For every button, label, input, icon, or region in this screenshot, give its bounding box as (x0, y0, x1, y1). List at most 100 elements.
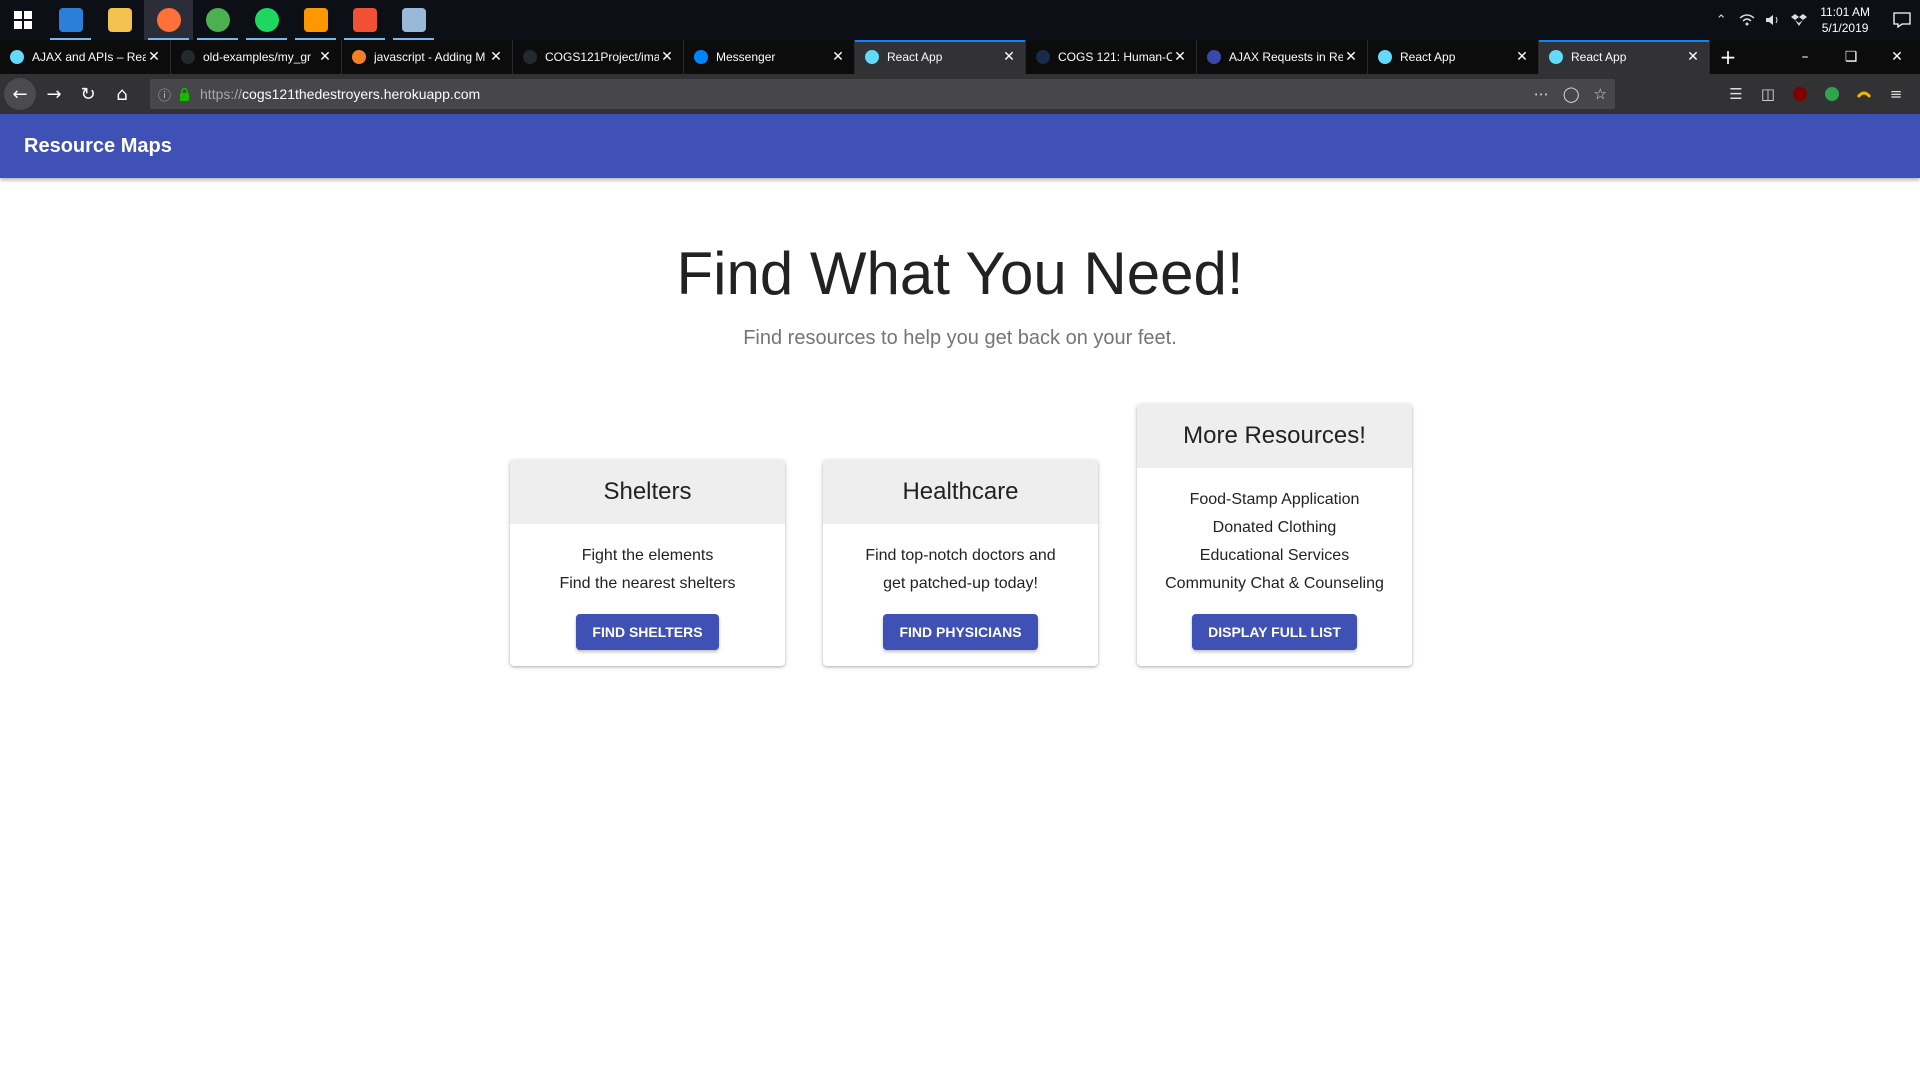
clock-date: 5/1/2019 (1821, 21, 1869, 35)
system-clock[interactable]: 11:01 AM 5/1/2019 (1820, 4, 1870, 36)
card-line: Find top-notch doctors and (865, 547, 1056, 564)
tab-title: React App (1400, 50, 1456, 64)
reload-button[interactable]: ↻ (72, 78, 104, 110)
card-line: Find the nearest shelters (559, 575, 736, 592)
card-line: get patched-up today! (883, 575, 1038, 592)
tab-close-icon[interactable]: ✕ (1001, 49, 1017, 65)
browser-tab[interactable]: AJAX and APIs – React ✕ (0, 40, 171, 74)
url-host: cogs121thedestroyers.herokuapp.com (242, 86, 481, 102)
find-physicians-button[interactable]: Find Physicians (883, 614, 1038, 650)
bookmark-star-icon[interactable]: ☆ (1594, 85, 1607, 103)
browser-tab[interactable]: COGS121Project/ima ✕ (513, 40, 684, 74)
tab-title: Messenger (716, 50, 776, 64)
tab-close-icon[interactable]: ✕ (146, 49, 162, 65)
card-heading: Healthcare (823, 460, 1098, 524)
browser-tab-strip: AJAX and APIs – React ✕ old-examples/my_gr… (0, 40, 1920, 74)
close-window-button[interactable]: ✕ (1874, 40, 1920, 74)
taskbar-git[interactable] (340, 0, 389, 40)
ublock-icon[interactable] (1784, 87, 1816, 101)
tab-favicon-icon (523, 50, 537, 64)
home-button[interactable]: ⌂ (106, 78, 138, 110)
windows-taskbar: ⌃ 11:01 AM 5/1/2019 (0, 0, 1920, 40)
taskbar-chrome[interactable] (193, 0, 242, 40)
dropbox-icon[interactable] (1788, 9, 1810, 31)
card-line: Community Chat & Counseling (1165, 575, 1384, 592)
tab-title: AJAX and APIs – React (32, 50, 146, 64)
tab-title: React App (887, 50, 943, 64)
windows-logo-icon (14, 11, 32, 29)
taskbar-vscode[interactable] (46, 0, 95, 40)
paint-app-icon (401, 8, 426, 32)
url-bar[interactable]: ⓘ https://cogs121thedestroyers.herokuapp… (150, 79, 1615, 109)
sidebar-icon[interactable]: ◫ (1752, 85, 1784, 103)
tab-favicon-icon (352, 50, 366, 64)
file-explorer-icon (107, 8, 132, 32)
git-icon (352, 8, 377, 32)
chevron-up-icon[interactable]: ⌃ (1710, 9, 1732, 31)
healthcare-card: Healthcare Find top-notch doctors and ge… (823, 460, 1098, 666)
tab-favicon-icon (1549, 50, 1563, 64)
browser-tab[interactable]: old-examples/my_gr ✕ (171, 40, 342, 74)
volume-icon[interactable] (1762, 9, 1784, 31)
card-line: Fight the elements (581, 547, 714, 564)
taskbar-spotify[interactable] (242, 0, 291, 40)
browser-tab[interactable]: React App ✕ (1539, 40, 1710, 74)
extension-green-icon[interactable] (1816, 87, 1848, 101)
sublime-text-icon (303, 8, 328, 32)
browser-tab[interactable]: COGS 121: Human-Com✕ (1026, 40, 1197, 74)
site-info-icon[interactable]: ⓘ (158, 85, 171, 104)
tab-favicon-icon (1207, 50, 1221, 64)
wifi-icon[interactable] (1736, 9, 1758, 31)
tab-title: React App (1571, 50, 1627, 64)
notification-center-icon[interactable] (1884, 0, 1920, 40)
windows-start-button[interactable] (0, 0, 46, 40)
find-shelters-button[interactable]: Find Shelters (576, 614, 719, 650)
back-button[interactable]: ← (4, 78, 36, 110)
forward-button[interactable]: → (38, 78, 70, 110)
tab-close-icon[interactable]: ✕ (1343, 49, 1359, 65)
tab-favicon-icon (694, 50, 708, 64)
browser-tab[interactable]: React App ✕ (1368, 40, 1539, 74)
tab-close-icon[interactable]: ✕ (1685, 49, 1701, 65)
card-line: Donated Clothing (1212, 519, 1337, 536)
restore-window-button[interactable]: ❏ (1828, 40, 1874, 74)
hamburger-menu-icon[interactable]: ≡ (1880, 85, 1912, 103)
extension-colorful-icon[interactable] (1848, 87, 1880, 101)
tab-title: COGS121Project/ima (545, 50, 659, 64)
tab-favicon-icon (181, 50, 195, 64)
pocket-icon[interactable]: ◯ (1563, 85, 1580, 103)
url-text[interactable]: https://cogs121thedestroyers.herokuapp.c… (200, 86, 1520, 102)
tab-close-icon[interactable]: ✕ (659, 49, 675, 65)
browser-tab[interactable]: React App ✕ (855, 40, 1026, 74)
tab-close-icon[interactable]: ✕ (1172, 49, 1188, 65)
tab-close-icon[interactable]: ✕ (317, 49, 333, 65)
tab-favicon-icon (1378, 50, 1392, 64)
tab-close-icon[interactable]: ✕ (1514, 49, 1530, 65)
browser-tab[interactable]: AJAX Requests in Re ✕ (1197, 40, 1368, 74)
tab-favicon-icon (1036, 50, 1050, 64)
tab-close-icon[interactable]: ✕ (488, 49, 504, 65)
new-tab-button[interactable]: + (1710, 40, 1746, 74)
tab-title: javascript - Adding M (374, 50, 486, 64)
clock-time: 11:01 AM (1820, 5, 1870, 19)
browser-tab[interactable]: Messenger ✕ (684, 40, 855, 74)
chrome-icon (205, 8, 230, 32)
shelters-card: Shelters Fight the elements Find the nea… (510, 460, 785, 666)
taskbar-file-explorer[interactable] (95, 0, 144, 40)
hero-subtitle: Find resources to help you get back on y… (743, 327, 1177, 349)
firefox-icon (156, 8, 181, 32)
spotify-icon (254, 8, 279, 32)
tab-close-icon[interactable]: ✕ (830, 49, 846, 65)
display-full-list-button[interactable]: Display Full List (1192, 614, 1357, 650)
taskbar-paint-app[interactable] (389, 0, 438, 40)
taskbar-sublime-text[interactable] (291, 0, 340, 40)
browser-tab[interactable]: javascript - Adding M ✕ (342, 40, 513, 74)
library-icon[interactable]: ☰ (1720, 85, 1752, 103)
tab-title: COGS 121: Human-Com (1058, 50, 1172, 64)
page-actions-icon[interactable]: ⋯ (1534, 85, 1549, 103)
vscode-icon (58, 8, 83, 32)
taskbar-firefox[interactable] (144, 0, 193, 40)
minimize-window-button[interactable]: – (1782, 40, 1828, 74)
card-heading: More Resources! (1137, 404, 1412, 468)
browser-nav-toolbar: ← → ↻ ⌂ ⓘ https://cogs121thedestroyers.h… (0, 74, 1920, 114)
